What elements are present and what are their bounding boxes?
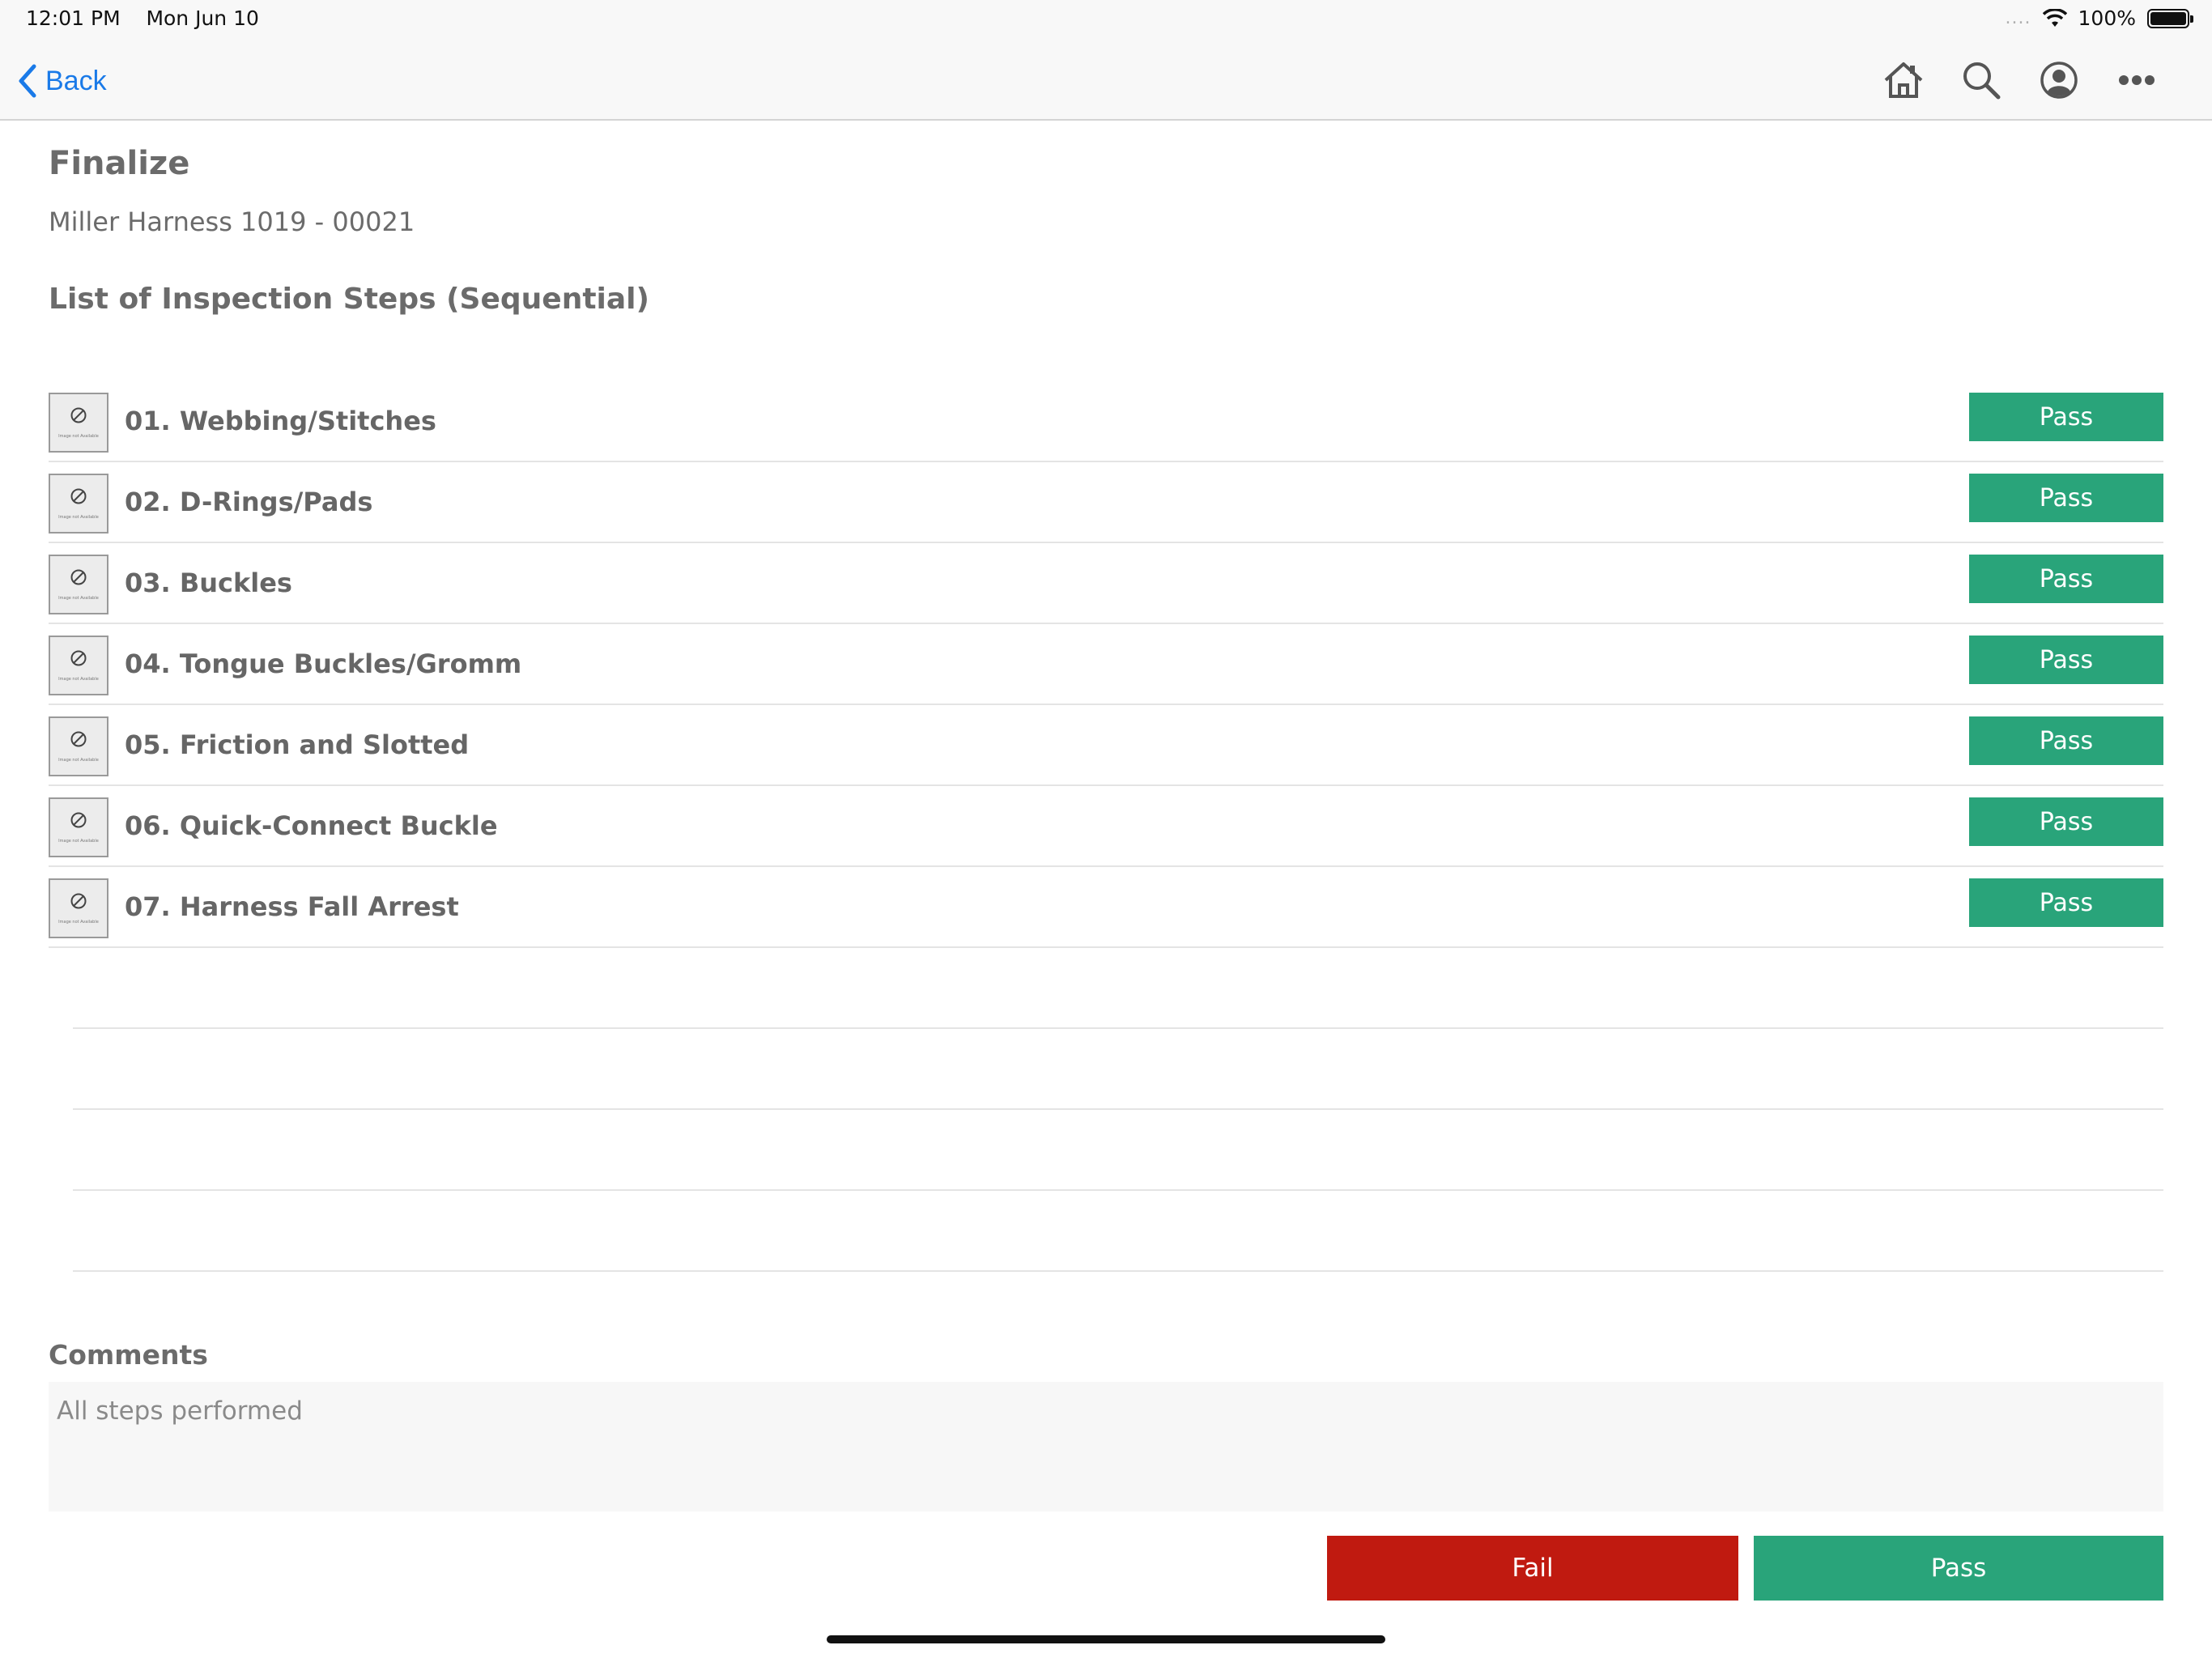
home-indicator — [827, 1635, 1385, 1643]
image-unavailable-icon — [70, 407, 87, 423]
status-date-text: Mon Jun 10 — [146, 6, 259, 30]
step-pass-button[interactable]: Pass — [1969, 393, 2163, 441]
search-icon — [1963, 62, 2001, 100]
fail-button[interactable]: Fail — [1327, 1536, 1738, 1601]
thumbnail-caption: Image not Available — [58, 920, 99, 925]
status-right: .... 100% — [2005, 6, 2193, 30]
comments-label: Comments — [49, 1339, 208, 1371]
step-row[interactable]: Image not Available 02. D-Rings/Pads Pas… — [49, 462, 2163, 543]
thumbnail-caption: Image not Available — [58, 839, 99, 844]
image-unavailable-icon — [70, 650, 87, 666]
thumbnail-caption: Image not Available — [58, 434, 99, 439]
back-label: Back — [45, 65, 107, 96]
step-label: 04. Tongue Buckles/Gromm — [125, 648, 522, 679]
step-pass-button[interactable]: Pass — [1969, 636, 2163, 684]
account-icon — [2040, 62, 2078, 99]
battery-icon — [2147, 8, 2193, 28]
step-row[interactable]: Image not Available 07. Harness Fall Arr… — [49, 867, 2163, 948]
comments-field[interactable]: All steps performed — [49, 1382, 2163, 1511]
step-pass-button[interactable]: Pass — [1969, 878, 2163, 927]
home-icon — [1884, 62, 1923, 98]
step-label: 01. Webbing/Stitches — [125, 406, 436, 436]
step-thumbnail: Image not Available — [49, 474, 108, 534]
step-thumbnail: Image not Available — [49, 636, 108, 695]
step-row[interactable]: Image not Available 06. Quick-Connect Bu… — [49, 786, 2163, 867]
equipment-subtitle: Miller Harness 1019 - 00021 — [49, 206, 415, 237]
step-row[interactable]: Image not Available 03. Buckles Pass — [49, 543, 2163, 624]
step-label: 06. Quick-Connect Buckle — [125, 810, 498, 841]
wifi-icon — [2042, 8, 2067, 27]
back-button[interactable]: Back — [18, 58, 107, 104]
status-time: 12:01 PM Mon Jun 10 — [26, 6, 259, 30]
step-row[interactable]: Image not Available 04. Tongue Buckles/G… — [49, 624, 2163, 705]
battery-percent: 100% — [2078, 6, 2136, 30]
step-thumbnail: Image not Available — [49, 878, 108, 938]
image-unavailable-icon — [70, 731, 87, 747]
step-pass-button[interactable]: Pass — [1969, 716, 2163, 765]
step-label: 03. Buckles — [125, 568, 292, 598]
nav-actions — [1880, 57, 2160, 104]
step-label: 05. Friction and Slotted — [125, 729, 470, 760]
step-thumbnail: Image not Available — [49, 393, 108, 453]
account-button[interactable] — [2035, 57, 2082, 104]
status-time-text: 12:01 PM — [26, 6, 121, 30]
more-icon — [2119, 75, 2155, 85]
home-button[interactable] — [1880, 57, 1927, 104]
step-thumbnail: Image not Available — [49, 797, 108, 857]
chevron-left-icon — [19, 64, 36, 98]
step-pass-button[interactable]: Pass — [1969, 474, 2163, 522]
step-label: 02. D-Rings/Pads — [125, 487, 373, 517]
pass-button[interactable]: Pass — [1754, 1536, 2163, 1601]
thumbnail-caption: Image not Available — [58, 515, 99, 520]
step-thumbnail: Image not Available — [49, 555, 108, 614]
more-button[interactable] — [2113, 57, 2160, 104]
inspection-steps-list: Image not Available 01. Webbing/Stitches… — [49, 381, 2163, 1272]
step-pass-button[interactable]: Pass — [1969, 555, 2163, 603]
step-row[interactable]: Image not Available 05. Friction and Slo… — [49, 705, 2163, 786]
step-pass-button[interactable]: Pass — [1969, 797, 2163, 846]
step-row[interactable]: Image not Available 01. Webbing/Stitches… — [49, 381, 2163, 462]
status-bar: 12:01 PM Mon Jun 10 .... 100% — [0, 0, 2212, 42]
thumbnail-caption: Image not Available — [58, 758, 99, 763]
step-label: 07. Harness Fall Arrest — [125, 891, 459, 922]
empty-list-row — [73, 1191, 2163, 1272]
page-title: Finalize — [49, 145, 190, 182]
image-unavailable-icon — [70, 812, 87, 828]
step-thumbnail: Image not Available — [49, 716, 108, 776]
thumbnail-caption: Image not Available — [58, 677, 99, 682]
empty-list-row — [73, 1110, 2163, 1191]
thumbnail-caption: Image not Available — [58, 596, 99, 601]
image-unavailable-icon — [70, 488, 87, 504]
image-unavailable-icon — [70, 893, 87, 909]
cellular-signal-icon: .... — [2005, 8, 2031, 28]
navigation-bar: Back — [0, 42, 2212, 121]
empty-list-row — [73, 948, 2163, 1029]
steps-section-title: List of Inspection Steps (Sequential) — [49, 283, 649, 316]
search-button[interactable] — [1958, 57, 2005, 104]
empty-list-row — [73, 1029, 2163, 1110]
image-unavailable-icon — [70, 569, 87, 585]
